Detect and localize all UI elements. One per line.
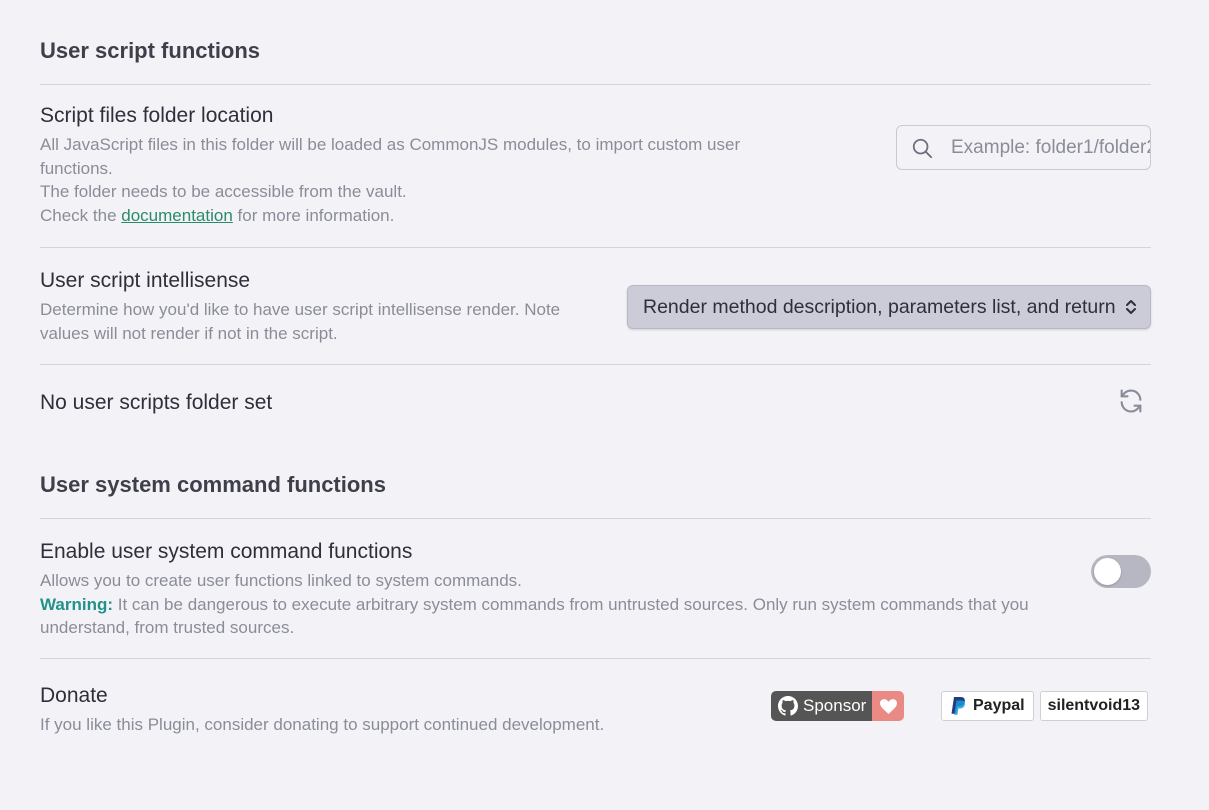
refresh-icon[interactable]	[1117, 387, 1145, 415]
paypal-username: silentvoid13	[1039, 691, 1149, 721]
desc-line: All JavaScript files in this folder will…	[40, 135, 741, 178]
setting-intellisense: User script intellisense Determine how y…	[40, 248, 1151, 365]
setting-script-folder: Script files folder location All JavaScr…	[40, 85, 1151, 248]
setting-scripts-status: No user scripts folder set	[40, 365, 1151, 440]
setting-name: User script intellisense	[40, 269, 251, 292]
script-folder-search[interactable]	[896, 125, 1151, 170]
section-heading-text: User script functions	[40, 38, 261, 63]
sponsor-badge-left: Sponsor	[771, 691, 873, 721]
paypal-badge[interactable]: Paypal silentvoid13	[941, 691, 1149, 721]
setting-description: All JavaScript files in this folder will…	[40, 133, 800, 227]
desc-line: Allows you to create user functions link…	[40, 571, 522, 590]
setting-name: Donate	[40, 684, 108, 707]
toggle-knob	[1094, 558, 1121, 585]
paypal-label: Paypal	[973, 697, 1025, 714]
system-commands-toggle[interactable]	[1091, 555, 1151, 588]
sponsor-label: Sponsor	[803, 696, 867, 715]
intellisense-dropdown[interactable]: Render method description, parameters li…	[627, 285, 1151, 329]
chevron-up-down-icon	[1126, 300, 1136, 314]
setting-description: If you like this Plugin, consider donati…	[40, 715, 605, 734]
warning-label: Warning:	[40, 594, 114, 614]
setting-enable-system-commands: Enable user system command functions All…	[40, 519, 1151, 659]
search-icon	[912, 138, 933, 158]
warning-text: Warning: It can be dangerous to execute …	[40, 594, 1029, 638]
heart-icon	[879, 698, 897, 714]
desc-line: Check the documentation for more informa…	[40, 205, 395, 225]
dropdown-selected-value: Render method description, parameters li…	[643, 295, 1116, 318]
github-icon	[778, 696, 798, 716]
paypal-badge-left: Paypal	[941, 691, 1034, 721]
setting-name: Enable user system command functions	[40, 540, 413, 563]
github-sponsor-badge[interactable]: Sponsor	[771, 691, 905, 721]
paypal-icon	[951, 697, 965, 715]
setting-donate: Donate If you like this Plugin, consider…	[40, 659, 1151, 759]
section-heading-user-scripts: User script functions	[40, 38, 1151, 85]
setting-description: Allows you to create user functions link…	[40, 569, 1070, 640]
script-folder-input[interactable]	[951, 136, 1150, 159]
section-heading-text: User system command functions	[40, 472, 386, 497]
setting-name: No user scripts folder set	[40, 391, 273, 414]
documentation-link[interactable]: documentation	[121, 206, 233, 225]
desc-line: The folder needs to be accessible from t…	[40, 182, 407, 201]
sponsor-badge-right	[872, 691, 905, 721]
setting-description: Determine how you'd like to have user sc…	[40, 300, 561, 343]
section-heading-system-commands: User system command functions	[40, 472, 1151, 519]
setting-name: Script files folder location	[40, 104, 274, 127]
